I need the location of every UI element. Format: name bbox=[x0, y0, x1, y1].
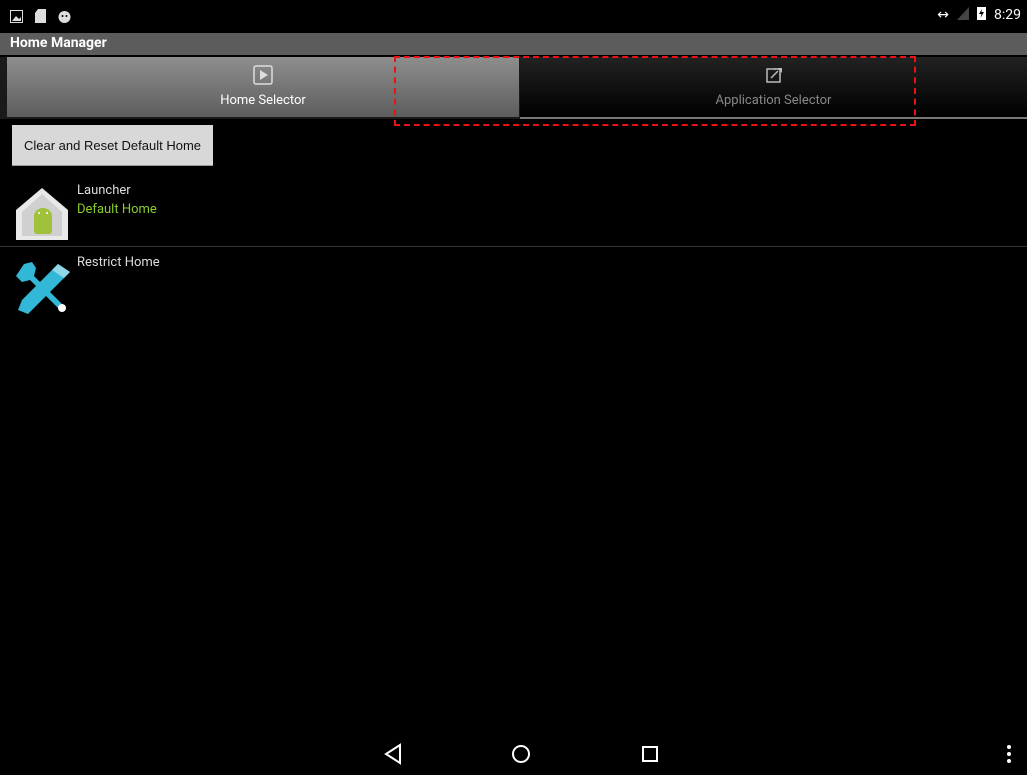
list-item-subtitle: Default Home bbox=[77, 202, 157, 217]
clear-reset-default-home-button[interactable]: Clear and Reset Default Home bbox=[12, 125, 213, 165]
list-item-launcher[interactable]: Launcher Default Home bbox=[0, 180, 1027, 247]
play-square-icon bbox=[253, 65, 273, 85]
home-android-icon bbox=[14, 186, 70, 246]
data-arrows-icon: ↔ bbox=[937, 7, 949, 23]
list-item-restrict-home[interactable]: Restrict Home bbox=[0, 252, 1027, 318]
app-title: Home Manager bbox=[10, 35, 107, 51]
clock: 8:29 bbox=[994, 7, 1021, 23]
app-title-bar: Home Manager bbox=[0, 33, 1027, 55]
status-bar: ↔ 8:29 bbox=[0, 0, 1027, 30]
annotation-highlight-box bbox=[394, 56, 916, 126]
recents-icon[interactable] bbox=[640, 743, 660, 769]
battery-charging-icon bbox=[977, 6, 986, 24]
wrench-screwdriver-icon bbox=[14, 258, 74, 322]
list-item-title: Restrict Home bbox=[77, 255, 160, 270]
home-icon[interactable] bbox=[510, 743, 532, 769]
tab-home-selector-label: Home Selector bbox=[220, 93, 306, 108]
back-icon[interactable] bbox=[384, 743, 404, 769]
navigation-bar bbox=[0, 733, 1027, 775]
android-icon bbox=[58, 8, 71, 27]
sd-card-icon bbox=[35, 8, 46, 27]
menu-icon[interactable] bbox=[1005, 743, 1013, 769]
list-item-title: Launcher bbox=[77, 183, 131, 198]
signal-icon bbox=[957, 6, 969, 24]
image-icon bbox=[10, 8, 23, 27]
